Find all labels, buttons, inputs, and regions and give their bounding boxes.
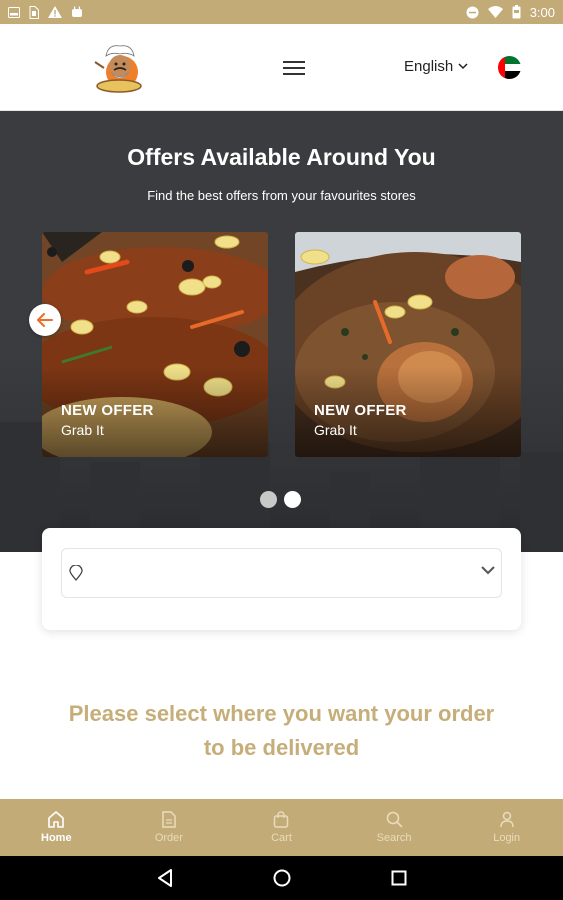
pager-dot-active[interactable] xyxy=(284,491,301,508)
uae-flag-icon[interactable] xyxy=(498,56,521,79)
system-nav-bar xyxy=(0,856,563,900)
menu-line xyxy=(283,73,305,75)
back-icon xyxy=(157,869,172,887)
nav-label: Search xyxy=(376,832,412,844)
status-bar: 3:00 xyxy=(0,0,563,24)
app-header: English xyxy=(0,24,563,111)
battery-icon xyxy=(512,5,521,19)
carousel-pager xyxy=(260,491,301,508)
home-icon xyxy=(48,811,65,828)
cart-icon xyxy=(274,811,289,828)
nav-label: Home xyxy=(41,832,72,844)
square-recents-icon xyxy=(391,870,406,886)
offer-title: NEW OFFER xyxy=(61,402,154,419)
offer-card[interactable]: NEW OFFER Grab It xyxy=(42,232,268,457)
hero-subtitle: Find the best offers from your favourite… xyxy=(147,188,416,203)
language-selector[interactable]: English xyxy=(404,58,468,75)
nav-item-search[interactable]: Search xyxy=(338,799,451,856)
prompt-line-1: Please select where you want your order xyxy=(68,701,495,726)
delivery-prompt: Please select where you want your order … xyxy=(0,697,563,765)
offer-card[interactable]: NEW OFFER Grab It xyxy=(295,232,521,457)
sim-icon xyxy=(29,5,39,19)
offer-subtitle: Grab It xyxy=(61,422,104,438)
android-icon xyxy=(72,6,82,17)
nav-item-order[interactable]: Order xyxy=(113,799,226,856)
menu-line xyxy=(283,61,305,63)
arrow-left-icon xyxy=(37,313,53,327)
language-label: English xyxy=(404,58,454,75)
map-pin-icon xyxy=(69,565,83,581)
chevron-down-icon xyxy=(458,63,468,70)
tablet-icon xyxy=(8,6,20,18)
warning-icon xyxy=(48,6,62,18)
status-right: 3:00 xyxy=(466,5,555,20)
search-icon xyxy=(386,811,403,828)
hero-title: Offers Available Around You xyxy=(127,144,436,170)
location-card xyxy=(42,528,521,630)
carousel-prev-button[interactable] xyxy=(29,304,61,336)
delivery-location-select[interactable] xyxy=(61,548,502,598)
dnd-icon xyxy=(466,6,479,18)
chevron-down-icon xyxy=(481,566,495,575)
nav-item-home[interactable]: Home xyxy=(0,799,113,856)
order-icon xyxy=(162,811,176,828)
pager-dot[interactable] xyxy=(260,491,277,508)
offer-subtitle: Grab It xyxy=(314,422,357,438)
app-screen: 3:00 English Offers Available Around You… xyxy=(0,0,563,900)
status-time: 3:00 xyxy=(529,4,555,20)
nav-item-login[interactable]: Login xyxy=(450,799,563,856)
chef-mascot-logo[interactable] xyxy=(92,42,146,94)
recents-button[interactable] xyxy=(391,870,407,886)
circle-home-icon xyxy=(273,869,290,887)
hamburger-menu-button[interactable] xyxy=(281,58,307,80)
nav-label: Login xyxy=(493,832,521,844)
status-left xyxy=(8,5,83,19)
back-button[interactable] xyxy=(157,869,173,887)
offer-title: NEW OFFER xyxy=(314,402,407,419)
user-icon xyxy=(499,811,514,828)
nav-item-cart[interactable]: Cart xyxy=(225,799,338,856)
menu-line xyxy=(283,67,305,69)
offers-hero: Offers Available Around You Find the bes… xyxy=(0,111,563,552)
bottom-nav: Home Order Cart Search Login xyxy=(0,799,563,856)
home-system-button[interactable] xyxy=(273,869,291,887)
prompt-line-2: to be delivered xyxy=(203,735,360,760)
wifi-icon xyxy=(487,6,503,18)
nav-label: Cart xyxy=(271,832,292,844)
nav-label: Order xyxy=(154,832,183,844)
